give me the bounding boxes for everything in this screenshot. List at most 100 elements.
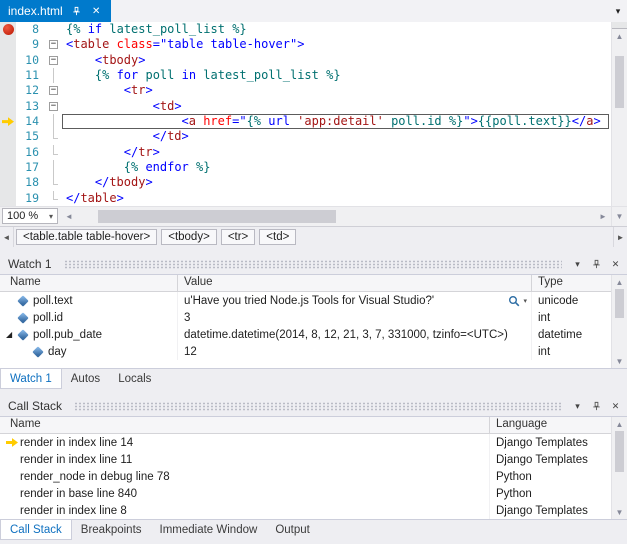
code-text[interactable]: </table> — [62, 191, 609, 206]
code-text[interactable]: </tr> — [62, 145, 609, 160]
editor-vertical-scrollbar[interactable]: ▲ — [611, 22, 627, 206]
collapse-fold-icon[interactable] — [49, 102, 58, 111]
breadcrumb-td[interactable]: <td> — [259, 229, 296, 245]
breakpoint-margin[interactable] — [0, 83, 16, 98]
close-icon[interactable]: ✕ — [608, 399, 623, 414]
collapse-fold-icon[interactable] — [49, 56, 58, 65]
splitter-handle-icon[interactable] — [612, 22, 627, 29]
pin-icon[interactable] — [70, 5, 83, 18]
code-line[interactable]: 12<tr> — [0, 83, 611, 98]
pin-icon[interactable] — [589, 257, 604, 272]
editor-horizontal-scrollbar[interactable]: ◄ ► — [61, 207, 611, 226]
watch-row[interactable]: ◢ poll.pub_date datetime.datetime(2014, … — [0, 326, 611, 343]
scrollbar-track[interactable] — [612, 43, 627, 206]
code-line[interactable]: 11{% for poll in latest_poll_list %} — [0, 68, 611, 83]
scroll-right-icon[interactable]: ► — [595, 207, 611, 226]
callstack-frame[interactable]: render in base line 840 Python — [0, 485, 611, 502]
breadcrumb-scroll-left-icon[interactable]: ◄ — [0, 227, 14, 247]
scroll-down-icon[interactable]: ▼ — [612, 354, 627, 368]
code-text[interactable]: <tbody> — [62, 53, 609, 68]
breakpoint-margin[interactable] — [0, 53, 16, 68]
breadcrumb-tbody[interactable]: <tbody> — [161, 229, 217, 245]
breakpoint-margin[interactable] — [0, 175, 16, 190]
panel-splitter[interactable] — [0, 389, 627, 396]
close-icon[interactable]: ✕ — [90, 5, 103, 18]
code-text[interactable]: </td> — [62, 129, 609, 144]
fold-margin[interactable] — [46, 83, 62, 98]
scrollbar-thumb[interactable] — [615, 431, 624, 472]
code-line[interactable]: 17{% endfor %} — [0, 160, 611, 175]
code-line[interactable]: 19</table> — [0, 191, 611, 206]
scroll-down-icon[interactable]: ▼ — [611, 207, 627, 226]
watch-col-type[interactable]: Type — [532, 275, 611, 291]
scrollbar-thumb[interactable] — [615, 56, 624, 108]
breakpoint-margin[interactable] — [0, 114, 16, 129]
code-line[interactable]: 14<a href="{% url 'app:detail' poll.id %… — [0, 114, 611, 129]
visualizer-dropdown-icon[interactable]: ▾ — [523, 297, 527, 305]
code-line[interactable]: 10<tbody> — [0, 53, 611, 68]
code-line[interactable]: 15</td> — [0, 129, 611, 144]
breakpoint-margin[interactable] — [0, 160, 16, 175]
tab-list-dropdown-icon[interactable]: ▾ — [609, 0, 627, 22]
tab-watch-1[interactable]: Watch 1 — [0, 369, 62, 389]
scroll-up-icon[interactable]: ▲ — [612, 417, 627, 431]
scroll-left-icon[interactable]: ◄ — [61, 207, 77, 226]
fold-margin[interactable] — [46, 37, 62, 52]
code-text[interactable]: {% for poll in latest_poll_list %} — [62, 68, 609, 83]
collapse-fold-icon[interactable] — [49, 40, 58, 49]
tab-immediate-window[interactable]: Immediate Window — [151, 520, 267, 540]
close-icon[interactable]: ✕ — [608, 257, 623, 272]
callstack-frame[interactable]: render in index line 8 Django Templates — [0, 502, 611, 519]
code-text[interactable]: {% if latest_poll_list %} — [62, 22, 609, 37]
collapse-fold-icon[interactable] — [49, 86, 58, 95]
code-line[interactable]: 9<table class="table table-hover"> — [0, 37, 611, 52]
window-position-icon[interactable]: ▾ — [570, 399, 585, 414]
h-scrollbar-track[interactable] — [77, 207, 595, 226]
h-scrollbar-thumb[interactable] — [98, 210, 336, 223]
scroll-up-icon[interactable]: ▲ — [612, 275, 627, 289]
scroll-down-icon[interactable]: ▼ — [612, 505, 627, 519]
watch-col-value[interactable]: Value — [178, 275, 532, 291]
code-line[interactable]: 18</tbody> — [0, 175, 611, 190]
breakpoint-icon[interactable] — [3, 24, 14, 35]
scrollbar-thumb[interactable] — [615, 289, 624, 318]
callstack-vertical-scrollbar[interactable]: ▲ ▼ — [611, 417, 627, 519]
callstack-frame[interactable]: render in index line 11 Django Templates — [0, 451, 611, 468]
code-text[interactable]: <td> — [62, 99, 609, 114]
breakpoint-margin[interactable] — [0, 145, 16, 160]
breakpoint-margin[interactable] — [0, 129, 16, 144]
scroll-up-icon[interactable]: ▲ — [612, 29, 627, 43]
tab-output[interactable]: Output — [266, 520, 319, 540]
panel-splitter[interactable] — [0, 247, 627, 254]
code-lines[interactable]: 8{% if latest_poll_list %}9<table class=… — [0, 22, 611, 206]
tab-call-stack[interactable]: Call Stack — [0, 520, 72, 540]
code-line[interactable]: 13<td> — [0, 99, 611, 114]
watch-row[interactable]: poll.id 3 int — [0, 309, 611, 326]
breakpoint-margin[interactable] — [0, 22, 16, 37]
watch-vertical-scrollbar[interactable]: ▲ ▼ — [611, 275, 627, 368]
callstack-col-name[interactable]: Name — [0, 417, 490, 433]
code-text[interactable]: <table class="table table-hover"> — [62, 37, 609, 52]
watch-row-child[interactable]: day 12 int — [0, 343, 611, 360]
tab-breakpoints[interactable]: Breakpoints — [72, 520, 151, 540]
window-position-icon[interactable]: ▾ — [570, 257, 585, 272]
tab-locals[interactable]: Locals — [109, 369, 160, 389]
breakpoint-margin[interactable] — [0, 68, 16, 83]
code-text[interactable]: <tr> — [62, 83, 609, 98]
code-line[interactable]: 8{% if latest_poll_list %} — [0, 22, 611, 37]
fold-margin[interactable] — [46, 99, 62, 114]
code-text[interactable]: </tbody> — [62, 175, 609, 190]
code-text[interactable]: {% endfor %} — [62, 160, 609, 175]
breadcrumb-table[interactable]: <table.table table-hover> — [16, 229, 157, 245]
breakpoint-margin[interactable] — [0, 191, 16, 206]
text-visualizer-magnifier-icon[interactable] — [508, 295, 520, 307]
callstack-col-language[interactable]: Language — [490, 417, 611, 433]
callstack-title-bar[interactable]: Call Stack ▾ ✕ — [0, 396, 627, 416]
tab-autos[interactable]: Autos — [62, 369, 109, 389]
code-text[interactable]: <a href="{% url 'app:detail' poll.id %}"… — [62, 114, 609, 129]
pin-icon[interactable] — [589, 399, 604, 414]
breakpoint-margin[interactable] — [0, 37, 16, 52]
watch-col-name[interactable]: Name — [0, 275, 178, 291]
callstack-frame[interactable]: render in index line 14 Django Templates — [0, 434, 611, 451]
tab-index-html[interactable]: index.html ✕ — [0, 0, 111, 22]
